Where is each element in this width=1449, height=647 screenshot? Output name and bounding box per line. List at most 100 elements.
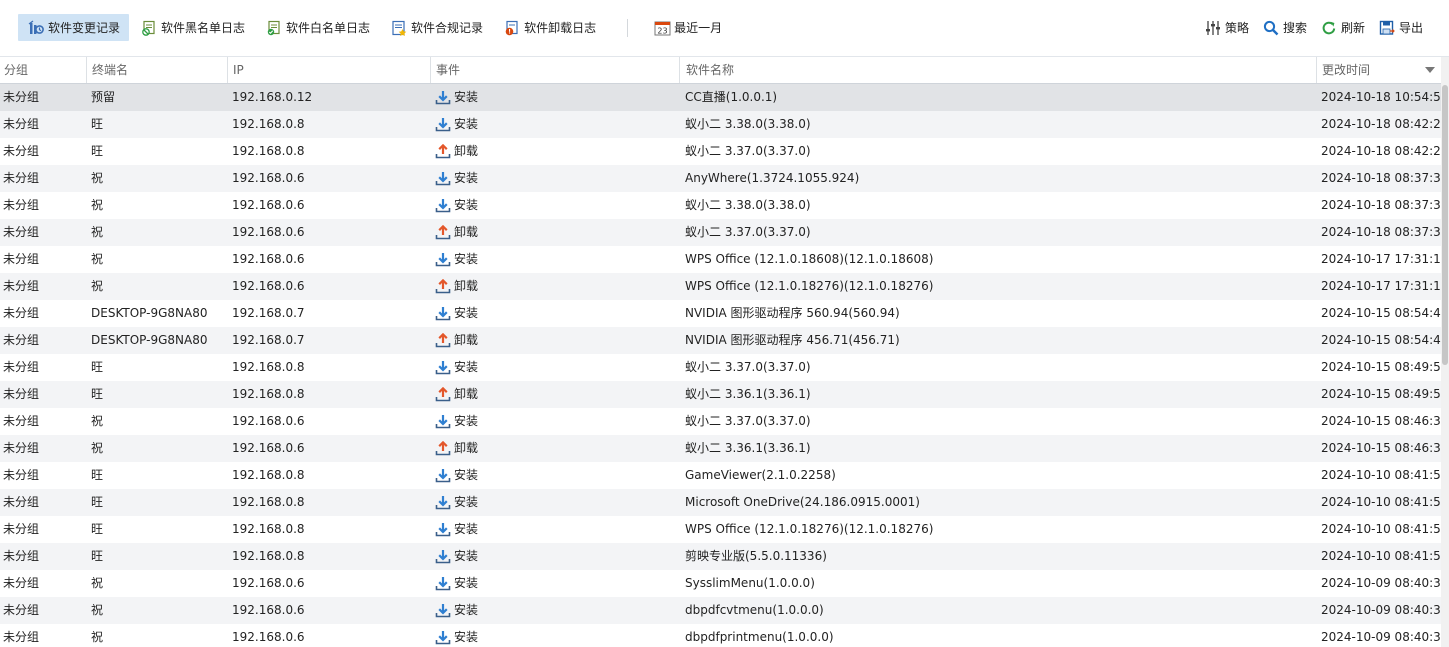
uninstall-arrow-icon [435, 144, 454, 159]
table-row[interactable]: 未分组 祝 192.168.0.6 安装 dbpdfcvtmenu(1.0.0.0) 20… [0, 597, 1441, 624]
cell-terminal: 预留 [91, 90, 116, 104]
table-row[interactable]: 未分组 祝 192.168.0.6 安装 dbpdfprintmenu(1.0.0.0)… [0, 624, 1441, 647]
refresh-button[interactable]: 刷新 [1315, 14, 1369, 41]
scrollbar-thumb[interactable] [1442, 85, 1448, 365]
tab-software-blacklist[interactable]: 软件黑名单日志 [131, 14, 254, 41]
column-header-terminal[interactable]: 终端名 [86, 57, 227, 83]
uninstall-log-icon [504, 20, 520, 36]
cell-software-name: 剪映专业版(5.5.0.11336) [685, 549, 827, 563]
cell-change-time: 2024-10-10 08:41:57 [1321, 495, 1441, 509]
table-row[interactable]: 未分组 旺 192.168.0.8 安装 GameViewer(2.1.0.2258) 2… [0, 462, 1441, 489]
cell-terminal: 祝 [91, 603, 104, 617]
cell-change-time: 2024-10-18 08:42:29 [1321, 144, 1441, 158]
event-indicator: 安装 [435, 624, 478, 647]
event-indicator: 安装 [435, 516, 478, 543]
table-row[interactable]: 未分组 祝 192.168.0.6 安装 蚁小二 3.37.0(3.37.0) 2024-… [0, 408, 1441, 435]
cell-event: 安装 [430, 516, 679, 543]
cell-group: 未分组 [3, 603, 40, 617]
event-label: 卸载 [454, 279, 479, 293]
whitelist-icon [266, 20, 282, 36]
table-row[interactable]: 未分组 旺 192.168.0.8 卸载 蚁小二 3.36.1(3.36.1) 2024-… [0, 381, 1441, 408]
cell-group: 未分组 [3, 144, 40, 158]
table-row[interactable]: 未分组 祝 192.168.0.6 安装 WPS Office (12.1.0.1860… [0, 246, 1441, 273]
cell-event: 安装 [430, 246, 679, 273]
column-header-change-time[interactable]: 更改时间 [1316, 57, 1441, 83]
tab-software-uninstall-log[interactable]: 软件卸载日志 [494, 14, 605, 41]
cell-event: 安装 [430, 543, 679, 570]
cell-terminal: 旺 [91, 360, 104, 374]
install-arrow-icon [435, 522, 454, 537]
event-indicator: 安装 [435, 300, 478, 327]
table-row[interactable]: 未分组 旺 192.168.0.8 安装 蚁小二 3.38.0(3.38.0) 2024-… [0, 111, 1441, 138]
tab-software-change[interactable]: 软件变更记录 [18, 14, 130, 41]
column-header-ip[interactable]: IP [227, 57, 430, 83]
policy-button[interactable]: 策略 [1199, 14, 1253, 41]
policy-sliders-icon [1205, 20, 1221, 36]
install-arrow-icon [435, 414, 454, 429]
table-row[interactable]: 未分组 祝 192.168.0.6 卸载 WPS Office (12.1.0.1827… [0, 273, 1441, 300]
cell-event: 安装 [430, 570, 679, 597]
cell-event: 安装 [430, 192, 679, 219]
cell-group: 未分组 [3, 171, 40, 185]
table-row[interactable]: 未分组 祝 192.168.0.6 安装 AnyWhere(1.3724.1055.92… [0, 165, 1441, 192]
uninstall-arrow-icon [435, 441, 454, 456]
cell-terminal: 祝 [91, 225, 104, 239]
cell-ip: 192.168.0.8 [232, 360, 305, 374]
cell-event: 卸载 [430, 381, 679, 408]
tab-software-whitelist[interactable]: 软件白名单日志 [256, 14, 379, 41]
table-row[interactable]: 未分组 DESKTOP-9G8NA80 192.168.0.7 安装 NVIDIA 图形… [0, 300, 1441, 327]
tab-software-compliance[interactable]: 软件合规记录 [381, 14, 492, 41]
event-label: 安装 [454, 90, 479, 104]
table-row[interactable]: 未分组 预留 192.168.0.12 安装 CC直播(1.0.0.1) 2024-10-… [0, 84, 1441, 111]
table-row[interactable]: 未分组 旺 192.168.0.8 安装 剪映专业版(5.5.0.11336) 2024-… [0, 543, 1441, 570]
install-arrow-icon [435, 549, 454, 564]
cell-ip: 192.168.0.6 [232, 279, 305, 293]
cell-software-name: NVIDIA 图形驱动程序 560.94(560.94) [685, 306, 900, 320]
table-row[interactable]: 未分组 DESKTOP-9G8NA80 192.168.0.7 卸载 NVIDIA 图形… [0, 327, 1441, 354]
cell-ip: 192.168.0.6 [232, 198, 305, 212]
cell-group: 未分组 [3, 360, 40, 374]
column-header-event[interactable]: 事件 [430, 57, 679, 83]
install-arrow-icon [435, 468, 454, 483]
table-row[interactable]: 未分组 祝 192.168.0.6 卸载 蚁小二 3.36.1(3.36.1) 2024-… [0, 435, 1441, 462]
cell-software-name: GameViewer(2.1.0.2258) [685, 468, 836, 482]
cell-terminal: 祝 [91, 171, 104, 185]
cell-group: 未分组 [3, 576, 40, 590]
event-indicator: 卸载 [435, 219, 478, 246]
toolbar: 软件变更记录 软件黑名单日志 软件白名单日志 软件合规记录 软件卸载日志 23 … [0, 0, 1449, 57]
cell-event: 安装 [430, 111, 679, 138]
cell-group: 未分组 [3, 225, 40, 239]
event-label: 安装 [454, 522, 479, 536]
export-button[interactable]: 导出 [1373, 14, 1427, 41]
export-label: 导出 [1398, 21, 1423, 35]
date-filter-label: 最近一月 [674, 21, 723, 35]
table-row[interactable]: 未分组 祝 192.168.0.6 安装 SysslimMenu(1.0.0.0) 202… [0, 570, 1441, 597]
table-row[interactable]: 未分组 祝 192.168.0.6 卸载 蚁小二 3.37.0(3.37.0) 2024-… [0, 219, 1441, 246]
table-row[interactable]: 未分组 旺 192.168.0.8 安装 Microsoft OneDrive(24.1… [0, 489, 1441, 516]
cell-software-name: WPS Office (12.1.0.18276)(12.1.0.18276) [685, 522, 934, 536]
event-indicator: 安装 [435, 570, 478, 597]
table-row[interactable]: 未分组 旺 192.168.0.8 卸载 蚁小二 3.37.0(3.37.0) 2024-… [0, 138, 1441, 165]
column-header-group[interactable]: 分组 [0, 57, 86, 83]
cell-change-time: 2024-10-10 08:41:57 [1321, 468, 1441, 482]
column-header-software-name[interactable]: 软件名称 [679, 57, 1316, 83]
table-row[interactable]: 未分组 祝 192.168.0.6 安装 蚁小二 3.38.0(3.38.0) 2024-… [0, 192, 1441, 219]
search-button[interactable]: 搜索 [1257, 14, 1311, 41]
cell-change-time: 2024-10-10 08:41:57 [1321, 522, 1441, 536]
refresh-icon [1321, 20, 1337, 36]
uninstall-arrow-icon [435, 333, 454, 348]
table-row[interactable]: 未分组 旺 192.168.0.8 安装 蚁小二 3.37.0(3.37.0) 2024-… [0, 354, 1441, 381]
cell-group: 未分组 [3, 495, 40, 509]
cell-change-time: 2024-10-15 08:54:40 [1321, 333, 1441, 347]
date-filter-button[interactable]: 23 最近一月 [644, 14, 731, 41]
cell-change-time: 2024-10-18 08:37:30 [1321, 198, 1441, 212]
toolbar-separator [627, 18, 629, 37]
vertical-scrollbar[interactable] [1441, 57, 1449, 647]
cell-ip: 192.168.0.8 [232, 468, 305, 482]
install-arrow-icon [435, 198, 454, 213]
event-indicator: 安装 [435, 408, 478, 435]
event-label: 卸载 [454, 333, 479, 347]
table-row[interactable]: 未分组 旺 192.168.0.8 安装 WPS Office (12.1.0.1827… [0, 516, 1441, 543]
calendar-icon: 23 [654, 20, 671, 36]
cell-event: 安装 [430, 84, 679, 111]
